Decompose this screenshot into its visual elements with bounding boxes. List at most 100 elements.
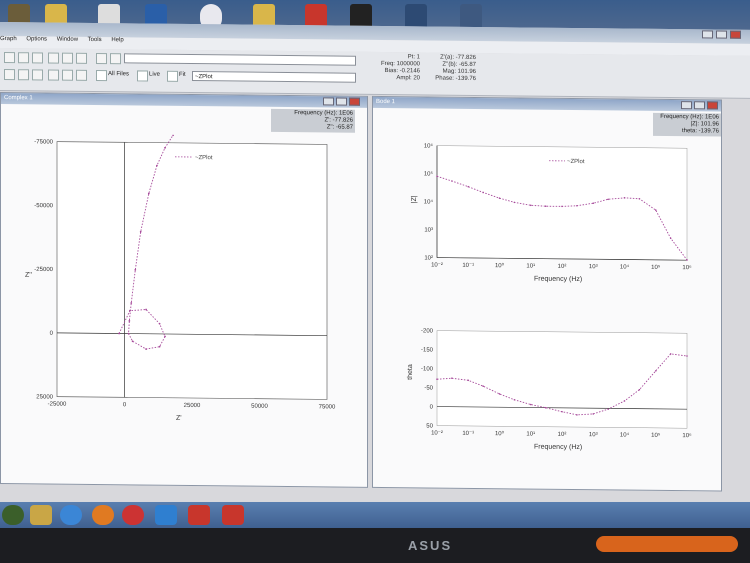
y-axis-label: theta (407, 364, 414, 380)
readout-line: Frequency (Hz): 1E06 (660, 113, 719, 121)
zoom-icon[interactable] (62, 69, 73, 81)
y-tick-label: 10⁴ (424, 198, 434, 205)
maximize-icon[interactable] (716, 30, 727, 39)
pointer-icon[interactable] (110, 53, 121, 65)
x-tick-label: 10⁴ (620, 431, 630, 438)
x-tick-label: 0 (123, 402, 127, 408)
minimize-icon[interactable] (702, 30, 713, 39)
zoom-out-icon[interactable] (62, 52, 73, 64)
magnitude-frame (436, 145, 688, 261)
file-combo[interactable] (124, 53, 356, 66)
zoom-in-icon[interactable] (48, 52, 59, 64)
x-tick-label: 10⁴ (620, 263, 630, 270)
x-tick-label: 10⁰ (495, 430, 505, 437)
y-tick-label: -50 (424, 385, 433, 391)
close-icon[interactable] (707, 101, 718, 110)
save-icon[interactable] (32, 52, 43, 64)
fit-label: Fit (179, 71, 186, 78)
live-label: Live (149, 71, 161, 78)
bode-pane: Bode 1 Frequency (Hz): 1E06 |Z|: 101.96 … (372, 95, 722, 492)
x-tick-label: 10³ (589, 264, 598, 270)
minimize-icon[interactable] (681, 101, 692, 110)
monitor-bezel: ASUS (0, 528, 750, 563)
x-tick-label: 10⁻² (431, 431, 443, 437)
x-tick-label: 10⁻² (431, 263, 443, 269)
all-files-checkbox[interactable] (96, 70, 107, 82)
menu-item[interactable]: Options (26, 36, 47, 42)
bode-plot[interactable]: 10⁶ 10⁵ 10⁴ 10³ 10² 10⁻² 10⁻¹ 10⁰ 10¹ 10² 10³ 10⁴ 10… (373, 137, 721, 491)
x-tick-label: 10¹ (526, 264, 535, 270)
maximize-icon[interactable] (336, 97, 347, 106)
start-icon[interactable] (2, 505, 24, 525)
x-tick-label: -25000 (48, 401, 67, 407)
firefox-icon[interactable] (92, 505, 114, 525)
zoom-fit-icon[interactable] (76, 52, 87, 64)
chrome-icon[interactable] (122, 505, 144, 525)
y-tick-label: 0 (430, 404, 434, 410)
browser-icon[interactable] (60, 505, 82, 525)
menu-item[interactable]: Help (111, 37, 123, 43)
open-icon[interactable] (18, 52, 29, 64)
y-tick-label: 25000 (36, 394, 53, 400)
y-tick-label: -100 (421, 366, 434, 372)
toolbar: All Files Live Fit ~ZPlot Pt: 1 Freq: 10… (0, 48, 750, 99)
zplot-icon[interactable] (188, 505, 210, 525)
x-tick-label: 10⁶ (682, 432, 692, 439)
x-axis-label: Frequency (Hz) (534, 276, 582, 284)
zoom-icon[interactable] (48, 69, 59, 81)
menu-item[interactable]: Tools (88, 37, 102, 43)
taskbar (0, 502, 750, 528)
grid-icon[interactable] (18, 69, 29, 81)
x-tick-label: 10¹ (526, 432, 535, 438)
x-tick-label: 10⁻¹ (462, 263, 474, 269)
x-tick-label: 75000 (319, 404, 336, 410)
y-tick-label: -50000 (34, 203, 53, 209)
y-tick-label: -75000 (34, 139, 53, 145)
pane-title: Complex 1 (1, 93, 367, 108)
y-tick-label: 10⁵ (424, 170, 434, 177)
readout-line: Z'': -65.87 (326, 124, 353, 131)
pane-title: Bode 1 (373, 96, 721, 112)
close-icon[interactable] (730, 30, 741, 39)
complex-plot[interactable]: -25000 0 25000 50000 75000 -75000 -50000 -25000… (1, 133, 367, 487)
y-tick-label: -150 (421, 347, 434, 353)
complex-pane: Complex 1 Frequency (Hz): 1E06 Z': -77.8… (0, 92, 368, 488)
skype-icon[interactable] (155, 505, 177, 525)
y-tick-label: -25000 (34, 267, 53, 273)
data-point (172, 134, 175, 137)
y-tick-label: 50 (426, 423, 433, 429)
cursor-icon[interactable] (96, 53, 107, 65)
status-left: Pt: 1 Freq: 1000000 Bias: -0.2146 Ampl: … (360, 54, 420, 83)
close-icon[interactable] (349, 97, 360, 106)
cursor-readout: Frequency (Hz): 1E06 Z': -77.826 Z'': -6… (271, 108, 355, 133)
zoom-icon[interactable] (76, 69, 87, 81)
table-icon[interactable] (4, 69, 15, 81)
menu-item[interactable]: Graph (0, 36, 17, 42)
x-axis-label: Z' (176, 415, 182, 422)
x-tick-label: 10³ (589, 432, 598, 438)
status-ampl: Ampl: 20 (396, 75, 420, 82)
x-tick-label: 10⁶ (682, 264, 692, 271)
y-axis-label: |Z| (411, 195, 418, 203)
x-tick-label: 10⁰ (495, 262, 505, 269)
status-phase: Phase: -139.76 (435, 75, 476, 82)
new-icon[interactable] (4, 52, 15, 64)
legend-label: ~ZPlot (567, 159, 585, 165)
x-tick-label: 50000 (251, 404, 268, 410)
y-tick-label: 10² (424, 255, 433, 261)
menu-item[interactable]: Window (57, 37, 78, 43)
plot-combo[interactable]: ~ZPlot (192, 71, 356, 83)
folder-icon[interactable] (30, 505, 52, 525)
live-checkbox[interactable] (137, 70, 148, 82)
minimize-icon[interactable] (323, 97, 334, 106)
x-tick-label: 10² (558, 432, 567, 438)
chart-icon[interactable] (32, 69, 43, 81)
readout-line: theta: -139.76 (681, 128, 719, 135)
maximize-icon[interactable] (694, 101, 705, 110)
zview-icon[interactable] (222, 505, 244, 525)
sticker (596, 536, 738, 552)
fit-checkbox[interactable] (167, 70, 178, 82)
cursor-readout: Frequency (Hz): 1E06 |Z|: 101.96 theta: … (653, 112, 721, 137)
y-tick-label: 0 (50, 331, 54, 337)
y-tick-label: -200 (421, 328, 434, 334)
